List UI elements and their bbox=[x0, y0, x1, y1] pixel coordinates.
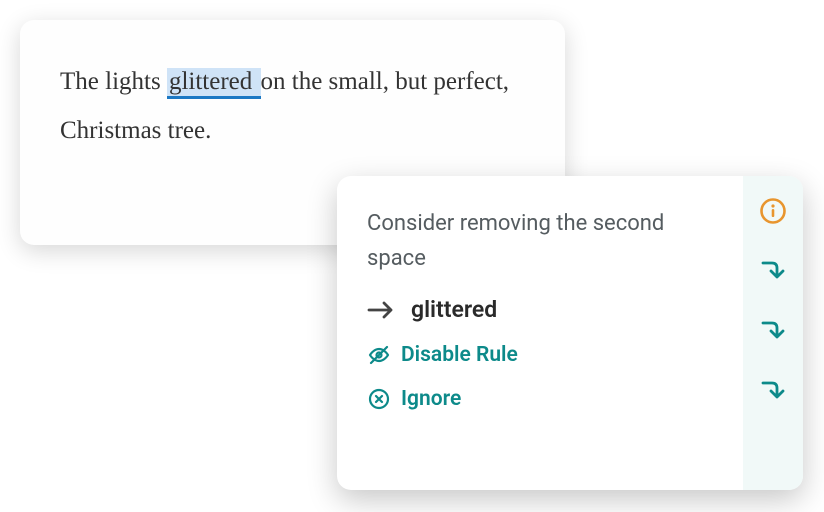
next-arrow-icon-2[interactable] bbox=[758, 316, 788, 346]
suggestion-card: Consider removing the second space glitt… bbox=[337, 176, 803, 490]
disable-rule-label: Disable Rule bbox=[401, 343, 518, 367]
apply-suggestion[interactable]: glittered bbox=[367, 296, 713, 323]
text-before: The lights bbox=[60, 68, 167, 95]
next-arrow-icon-3[interactable] bbox=[758, 376, 788, 406]
x-circle-icon bbox=[367, 387, 391, 411]
info-icon[interactable] bbox=[758, 196, 788, 226]
suggestion-side-rail bbox=[743, 176, 803, 490]
flagged-text[interactable]: glittered bbox=[167, 68, 261, 99]
arrow-right-icon bbox=[367, 299, 395, 321]
disable-rule-button[interactable]: Disable Rule bbox=[367, 343, 713, 367]
editor-text[interactable]: The lights glittered on the small, but p… bbox=[60, 58, 525, 156]
ignore-button[interactable]: Ignore bbox=[367, 387, 713, 411]
replacement-text: glittered bbox=[411, 296, 497, 323]
ignore-label: Ignore bbox=[401, 387, 461, 411]
suggestion-title: Consider removing the second space bbox=[367, 206, 713, 276]
suggestion-main: Consider removing the second space glitt… bbox=[337, 176, 743, 490]
eye-off-icon bbox=[367, 343, 391, 367]
next-arrow-icon-1[interactable] bbox=[758, 256, 788, 286]
